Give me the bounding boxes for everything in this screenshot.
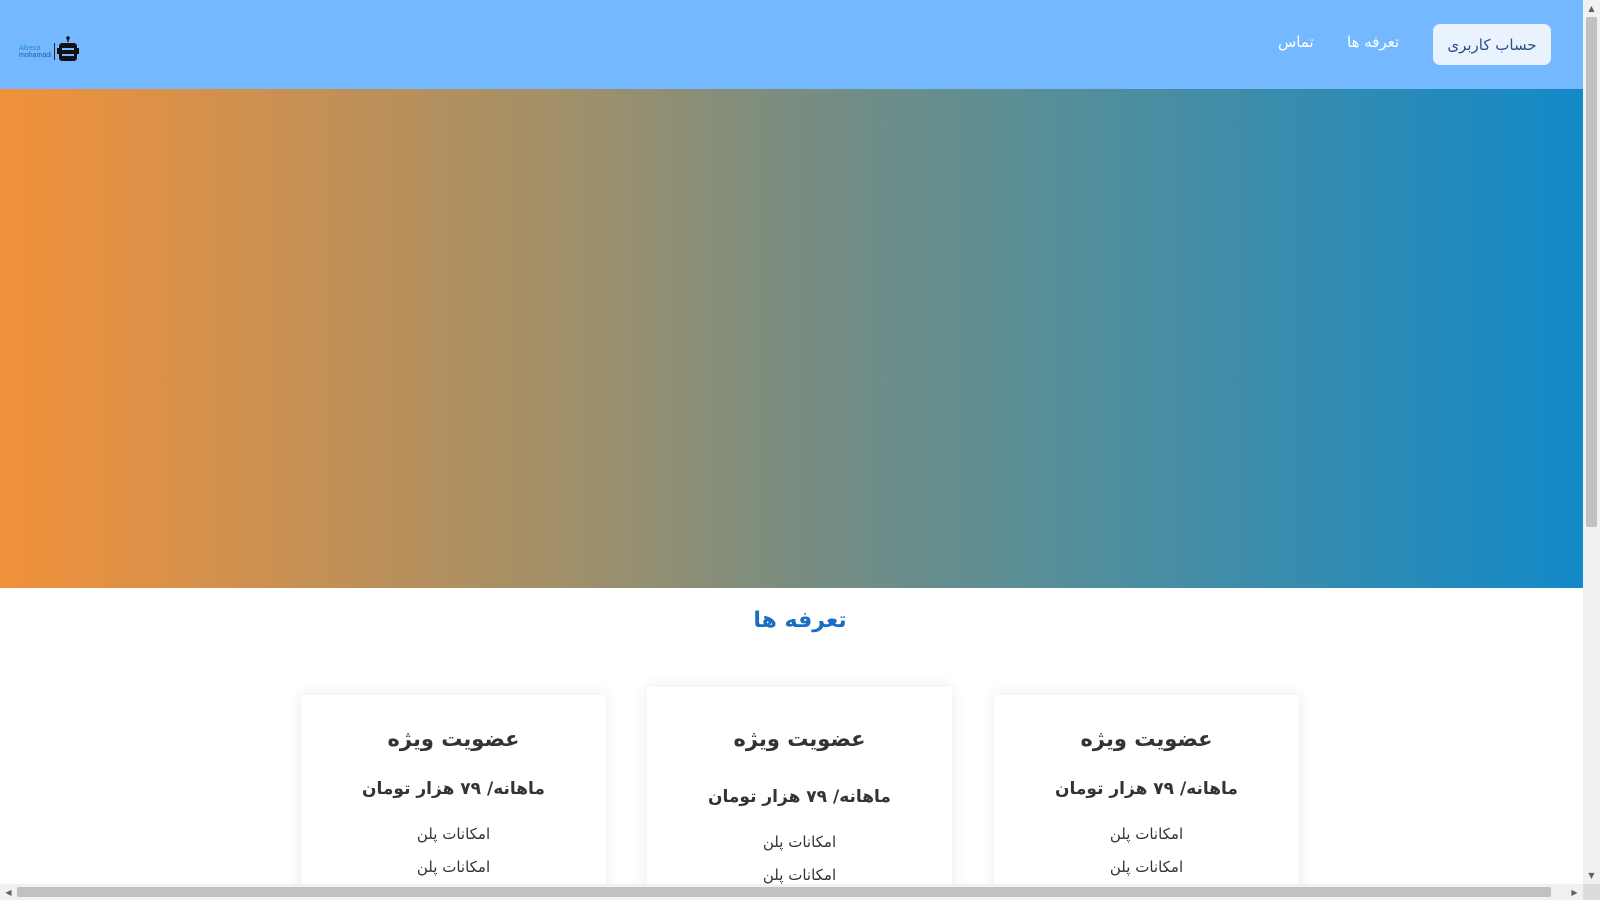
pricing-section-title: تعرفه ها [753, 608, 847, 633]
logo-text-first: Alireza [19, 45, 41, 52]
vertical-scroll-thumb[interactable] [1586, 17, 1597, 527]
plan-feature: امکانات پلن [1109, 858, 1184, 876]
plan-price: ماهانه/ ۷۹ هزار تومان [708, 787, 891, 807]
logo-divider [54, 43, 55, 60]
plan-feature: امکانات پلن [1109, 825, 1184, 843]
scroll-right-icon[interactable]: ▶ [1566, 884, 1583, 900]
robot-icon [57, 36, 79, 61]
horizontal-scrollbar[interactable]: ◀ ▶ [0, 884, 1583, 900]
scroll-down-icon[interactable]: ▼ [1583, 867, 1600, 884]
plan-feature: امکانات پلن [416, 825, 491, 843]
page-viewport: Alireza mohamadi حساب کاربری تعرفه ها تم… [0, 0, 1583, 884]
plan-price: ماهانه/ ۷۹ هزار تومان [1055, 779, 1238, 799]
navbar: Alireza mohamadi حساب کاربری تعرفه ها تم… [0, 0, 1583, 89]
plan-title: عضویت ویژه [1080, 727, 1213, 751]
pricing-card: عضویت ویژه ماهانه/ ۷۹ هزار تومان امکانات… [994, 695, 1299, 884]
plan-feature: امکانات پلن [416, 858, 491, 876]
pricing-card: عضویت ویژه ماهانه/ ۷۹ هزار تومان امکانات… [647, 687, 952, 884]
logo-text-last: mohamadi [19, 52, 52, 59]
plan-feature: امکانات پلن [762, 833, 837, 851]
plan-price: ماهانه/ ۷۹ هزار تومان [362, 779, 545, 799]
nav-link-contact[interactable]: تماس [1278, 33, 1314, 51]
scroll-up-icon[interactable]: ▲ [1583, 0, 1600, 17]
pricing-card: عضویت ویژه ماهانه/ ۷۹ هزار تومان امکانات… [301, 695, 606, 884]
plan-title: عضویت ویژه [387, 727, 520, 751]
site-logo[interactable]: Alireza mohamadi [19, 36, 81, 64]
scroll-left-icon[interactable]: ◀ [0, 884, 17, 900]
hero-banner [0, 89, 1583, 588]
account-button[interactable]: حساب کاربری [1433, 24, 1551, 65]
plan-title: عضویت ویژه [733, 727, 866, 751]
nav-link-tariffs[interactable]: تعرفه ها [1347, 33, 1399, 51]
horizontal-scroll-thumb[interactable] [17, 887, 1551, 897]
scrollbar-corner [1583, 884, 1600, 900]
vertical-scrollbar[interactable]: ▲ ▼ [1583, 0, 1600, 884]
plan-feature: امکانات پلن [762, 866, 837, 884]
